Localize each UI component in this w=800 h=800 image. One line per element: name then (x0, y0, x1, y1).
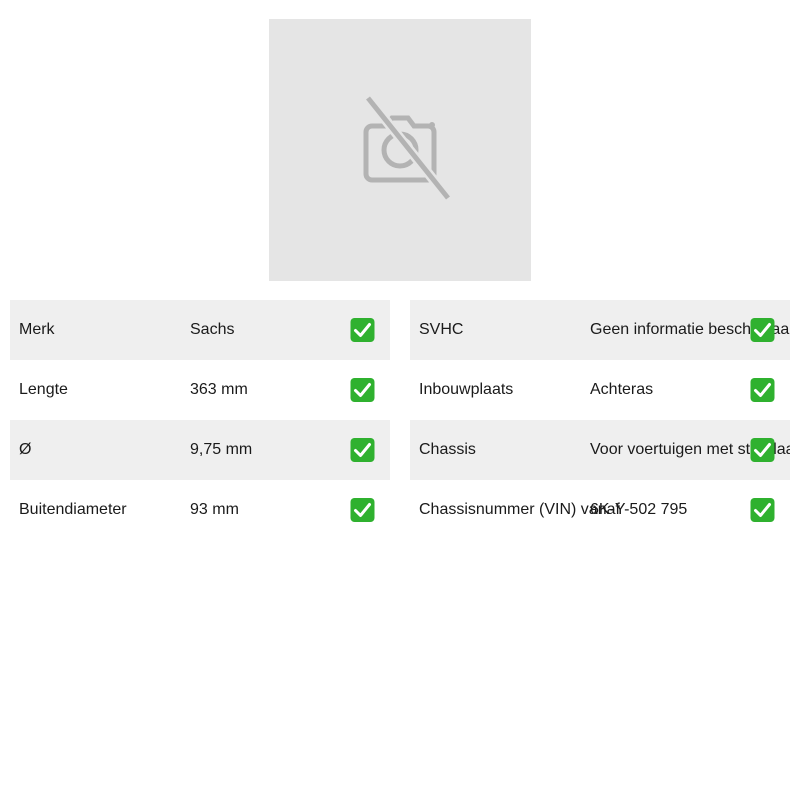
spec-value: Achteras (590, 381, 654, 398)
product-image-placeholder (269, 19, 531, 281)
spec-label: Inbouwplaats (419, 381, 514, 398)
check-icon (350, 318, 375, 343)
spec-value: 6K-Y-502 795 (590, 501, 688, 518)
spec-value: 363 mm (190, 381, 248, 398)
check-icon (350, 378, 375, 403)
spec-table-left: Merk Sachs Lengte 363 mm Ø 9,75 mm Buite… (10, 300, 390, 540)
spec-value: 93 mm (190, 501, 239, 518)
check-icon (350, 498, 375, 523)
spec-row: Chassisnummer (VIN) vanaf 6K-Y-502 795 (410, 480, 790, 540)
spec-table-right: SVHC Geen informatie beschikbaar Inbouwp… (410, 300, 790, 540)
check-icon (750, 318, 775, 343)
spec-row: Lengte 363 mm (10, 360, 390, 420)
spec-label: Ø (19, 441, 32, 458)
check-icon (750, 438, 775, 463)
spec-label: Buitendiameter (19, 501, 127, 518)
product-specs-page: Merk Sachs Lengte 363 mm Ø 9,75 mm Buite… (0, 0, 800, 800)
check-icon (350, 438, 375, 463)
spec-row: SVHC Geen informatie beschikbaar (410, 300, 790, 360)
spec-row: Ø 9,75 mm (10, 420, 390, 480)
spec-value: Sachs (190, 321, 235, 338)
spec-label: SVHC (419, 321, 464, 338)
spec-label: Lengte (19, 381, 68, 398)
spec-row: Inbouwplaats Achteras (410, 360, 790, 420)
check-icon (750, 378, 775, 403)
spec-row: Buitendiameter 93 mm (10, 480, 390, 540)
no-photo-icon (346, 94, 454, 207)
spec-row: Merk Sachs (10, 300, 390, 360)
spec-label: Merk (19, 321, 55, 338)
check-icon (750, 498, 775, 523)
spec-label: Chassis (419, 441, 476, 458)
spec-value: 9,75 mm (190, 441, 253, 458)
spec-row: Chassis Voor voertuigen met standaard on… (410, 420, 790, 480)
